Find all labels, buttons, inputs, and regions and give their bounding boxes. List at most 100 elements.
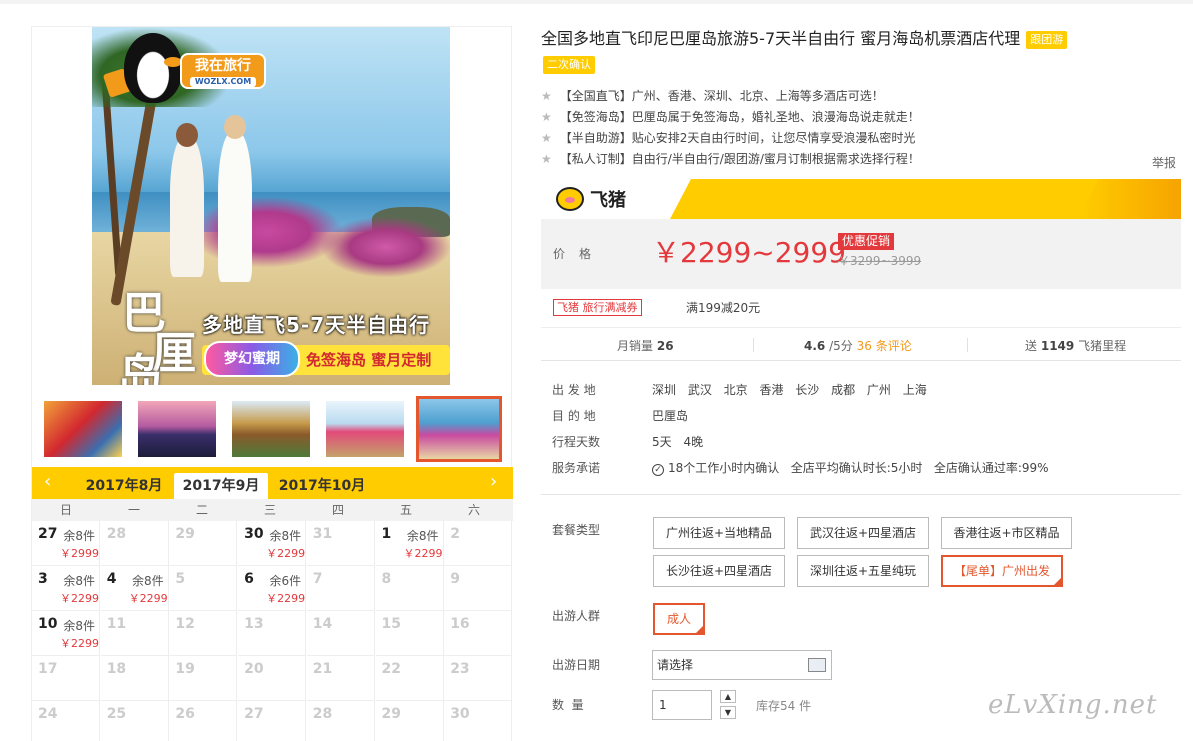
calendar-day-number: 28 [106, 526, 127, 542]
prev-month-icon[interactable]: ‹ [44, 473, 51, 491]
calendar-day-number: 6 [244, 571, 254, 587]
calendar-day-cell: 31 [306, 521, 375, 566]
calendar-day-cell: 2 [444, 521, 513, 566]
package-option-selected[interactable]: 【尾单】广州出发 [941, 555, 1063, 587]
watermark: eLvXing.net [988, 690, 1158, 720]
calendar-day-cell: 20 [238, 656, 307, 701]
check-circle-icon: ✓ [652, 464, 664, 476]
calendar-stock: 余6件 [269, 574, 302, 588]
calendar-stock: 余8件 [406, 529, 439, 543]
calendar-day-number: 9 [450, 571, 460, 587]
quantity-label: 数 量 [552, 698, 584, 712]
calendar-day-cell: 27 [238, 701, 307, 741]
next-month-icon[interactable]: › [490, 473, 497, 491]
calendar-day-cell: 9 [444, 566, 513, 611]
star-icon: ★ [541, 89, 552, 103]
calendar-day-cell[interactable]: 6 余6件 ￥2299 [238, 566, 307, 611]
calendar-day-cell: 15 [375, 611, 444, 656]
package-option[interactable]: 广州往返+当地精品 [653, 517, 785, 549]
calendar-price: ￥2299 [60, 637, 99, 650]
penguin-mascot-icon [124, 33, 182, 103]
calendar-day-cell[interactable]: 30 余8件 ￥2299 [238, 521, 307, 566]
calendar-day-cell: 24 [32, 701, 100, 741]
reward-points: 送 1149 飞猪里程 [1025, 339, 1127, 353]
product-page: 我在旅行 WOZLX.COM 巴 厘 岛 多地直飞5-7天半自由行 梦幻蜜期 免… [0, 0, 1193, 741]
coupon-tag[interactable]: 飞猪 旅行满减券 [553, 299, 642, 316]
month-tab-sep[interactable]: 2017年9月 [174, 473, 268, 499]
calendar-day-cell[interactable]: 1 余8件 ￥2299 [375, 521, 444, 566]
calendar-day-cell: 14 [306, 611, 375, 656]
calendar-day-number: 16 [450, 616, 470, 632]
calendar-day-cell: 21 [306, 656, 375, 701]
calendar-header: ‹ 2017年8月 2017年9月 2017年10月 › [32, 467, 513, 499]
month-tab-oct[interactable]: 2017年10月 [274, 473, 370, 499]
confirm-badge: 二次确认 [543, 56, 595, 74]
calendar-stock: 余8件 [63, 574, 95, 588]
highlight-item: ★ 【免签海岛】巴厘岛属于免签海岛，婚礼圣地、浪漫海岛说走就走！ [541, 110, 920, 124]
calendar-day-cell: 19 [169, 656, 238, 701]
departure-cities: 深圳 武汉 北京 香港 长沙 成都 广州 上海 [652, 383, 927, 397]
calendar-price: ￥2299 [266, 592, 306, 605]
original-price: ￥3299~3999 [838, 254, 922, 268]
calendar-day-number: 19 [175, 661, 195, 677]
calendar-day-number: 1 [381, 526, 392, 542]
calendar-day-cell: 25 [101, 701, 169, 741]
thumbnail-1[interactable] [42, 399, 124, 459]
package-option[interactable]: 香港往返+市区精品 [941, 517, 1072, 549]
people-label: 出游人群 [552, 609, 601, 623]
package-option[interactable]: 武汉往返+四星酒店 [797, 517, 929, 549]
calendar-icon[interactable] [808, 658, 826, 672]
departure-label: 出 发 地 [552, 383, 596, 397]
top-border [0, 0, 1193, 4]
price-label: 价格 [553, 247, 606, 261]
calendar-stock: 余8件 [269, 529, 302, 543]
calendar-day-number: 21 [312, 661, 333, 677]
quantity-input[interactable]: 1 [652, 690, 712, 720]
calendar-day-number: 30 [450, 706, 470, 722]
date-select-input[interactable]: 请选择 [652, 650, 832, 680]
service-value: ✓ 18个工作小时内确认 全店平均确认时长:5小时 全店确认通过率:99% [652, 459, 1049, 476]
calendar-day-cell[interactable]: 10 余8件 ￥2299 [32, 611, 100, 656]
package-option[interactable]: 深圳往返+五星纯玩 [797, 555, 929, 587]
thumbnail-3[interactable] [230, 399, 312, 459]
month-tab-aug[interactable]: 2017年8月 [78, 473, 170, 499]
calendar-day-cell[interactable]: 4 余8件 ￥2299 [100, 566, 169, 611]
destination-label: 目 的 地 [552, 409, 596, 423]
report-link[interactable]: 举报 [1152, 154, 1176, 171]
calendar-day-cell: 5 [169, 566, 238, 611]
calendar-day-cell: 23 [444, 656, 513, 701]
calendar-day-number: 15 [381, 616, 401, 632]
calendar-day-number: 14 [312, 616, 333, 632]
calendar-stock: 余8件 [63, 619, 95, 633]
thumbnail-2[interactable] [136, 399, 218, 459]
promo-badge[interactable]: 优惠促销 [838, 233, 895, 250]
gallery-panel: 我在旅行 WOZLX.COM 巴 厘 岛 多地直飞5-7天半自由行 梦幻蜜期 免… [31, 26, 513, 741]
calendar-day-number: 7 [312, 571, 323, 587]
calendar-day-cell: 18 [100, 656, 169, 701]
calendar-day-number: 30 [244, 526, 264, 542]
calendar-day-cell: 29 [376, 701, 444, 741]
fliggy-pig-icon [556, 187, 584, 211]
stats-bar: 月销量 26 4.6 /5分 36 条评论 送 1149 飞猪里程 [541, 327, 1181, 361]
stock-text: 库存54 件 [756, 699, 812, 713]
calendar-day-cell[interactable]: 27 余8件 ￥2999 [32, 521, 100, 566]
highlight-item: ★ 【半自助游】贴心安排2天自由行时间，让您尽情享受浪漫私密时光 [541, 131, 916, 145]
people-option-adult[interactable]: 成人 [653, 603, 705, 635]
service-label: 服务承诺 [552, 461, 601, 475]
rating[interactable]: 4.6 /5分 36 条评论 [804, 337, 912, 354]
increment-icon[interactable]: ▲ [720, 690, 736, 703]
decrement-icon[interactable]: ▼ [720, 706, 736, 719]
calendar-day-cell[interactable]: 3 余8件 ￥2299 [32, 566, 100, 611]
calendar-day-cell: 28 [100, 521, 169, 566]
calendar-price: ￥2299 [403, 547, 443, 560]
calendar-day-cell: 26 [169, 701, 238, 741]
thumbnail-4[interactable] [324, 399, 406, 459]
star-icon: ★ [541, 131, 552, 145]
calendar-day-number: 12 [175, 616, 195, 632]
highlight-item: ★ 【私人订制】自由行/半自由行/跟团游/蜜月订制根据需求选择行程！ [541, 152, 920, 166]
calendar-day-number: 18 [106, 661, 127, 677]
calendar-day-cell: 17 [32, 656, 100, 701]
package-option[interactable]: 长沙往返+四星酒店 [653, 555, 785, 587]
thumbnail-5-selected[interactable] [416, 396, 502, 462]
thumbnail-strip [40, 395, 510, 463]
